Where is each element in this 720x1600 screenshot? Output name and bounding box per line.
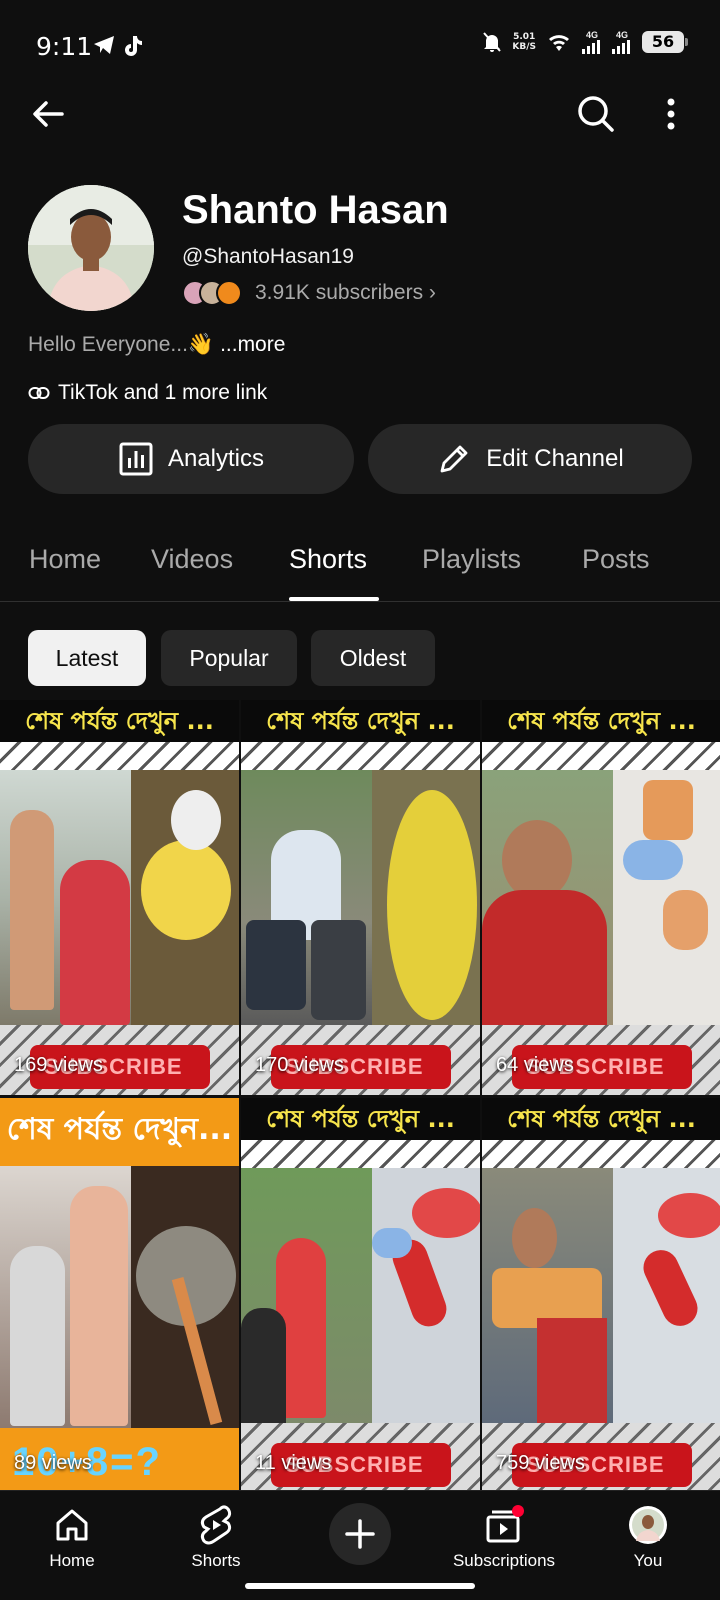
signal-bars-icon — [582, 40, 600, 54]
signal-bars-icon — [612, 40, 630, 54]
banner-text: শেষ পর্যন্ত দেখুন ... — [241, 700, 480, 742]
signal-2: 4G — [612, 30, 632, 54]
short-tile[interactable]: শেষ পর্যন্ত দেখুন ... SUBSCRIBE 759 view… — [482, 1098, 720, 1493]
battery-indicator: 56 — [642, 31, 688, 53]
tab-videos[interactable]: Videos — [151, 544, 233, 575]
status-right-icons: 5.01 KB/S 4G 4G 56 — [482, 30, 688, 54]
channel-links[interactable]: TikTok and 1 more link — [28, 381, 267, 405]
thumbnail-image — [241, 1168, 480, 1428]
pencil-icon — [440, 445, 468, 473]
short-tile[interactable]: শেষ পর্যন্ত দেখুন ... SUBSCRIBE 11 views — [241, 1098, 480, 1493]
mute-icon — [483, 32, 502, 52]
analytics-label: Analytics — [167, 445, 265, 472]
nav-home-label: Home — [49, 1551, 95, 1570]
tiktok-icon — [125, 36, 142, 56]
tile-banner: শেষ পর্যন্ত দেখুন ... — [241, 1098, 480, 1168]
active-tab-indicator — [289, 597, 379, 601]
banner-text: শেষ পর্যন্ত দেখুন ... — [0, 700, 239, 742]
thumbnail-image — [0, 1166, 239, 1428]
channel-avatar[interactable] — [28, 185, 154, 311]
home-indicator[interactable] — [245, 1583, 475, 1589]
banner-text: শেষ পর্যন্ত দেখুন ... — [482, 1098, 720, 1140]
view-count: 170 views — [255, 1054, 344, 1076]
nav-subscriptions-label: Subscriptions — [452, 1551, 556, 1570]
network-speed: 5.01 KB/S — [512, 32, 536, 52]
back-arrow-icon[interactable] — [28, 94, 68, 134]
nav-you[interactable]: You — [578, 1505, 718, 1571]
profile-avatar-icon — [629, 1506, 667, 1544]
search-icon[interactable] — [574, 92, 618, 136]
view-count: 64 views — [496, 1054, 574, 1076]
chip-popular[interactable]: Popular — [161, 630, 297, 686]
shorts-grid: শেষ পর্যন্ত দেখুন ... SUBSCRIBE 169 view… — [0, 700, 720, 1493]
description-text: Hello Everyone...👋 — [28, 333, 215, 356]
app-bar — [0, 88, 720, 142]
view-count: 89 views — [14, 1452, 92, 1474]
tab-playlists[interactable]: Playlists — [422, 544, 521, 575]
channel-description[interactable]: Hello Everyone...👋 ...more — [28, 333, 285, 357]
nav-shorts-label: Shorts — [191, 1551, 241, 1570]
subscriber-avatars — [182, 280, 242, 306]
tab-posts[interactable]: Posts — [582, 544, 650, 575]
status-time: 9:11 — [36, 32, 93, 61]
banner-text: শেষ পর্যন্ত দেখুন ... — [482, 700, 720, 742]
shorts-icon — [200, 1505, 232, 1545]
nav-subscriptions[interactable]: Subscriptions — [434, 1505, 574, 1571]
subscriber-avatar — [216, 280, 242, 306]
signal-1: 4G — [582, 30, 602, 54]
subscriptions-icon — [486, 1505, 524, 1543]
chip-latest[interactable]: Latest — [28, 630, 146, 686]
analytics-icon — [119, 442, 153, 476]
thumbnail-image — [0, 770, 239, 1025]
edit-channel-button[interactable]: Edit Channel — [368, 424, 692, 494]
short-tile[interactable]: শেষ পর্যন্ত দেখুন... 10+8=? 89 views — [0, 1098, 239, 1493]
channel-handle: @ShantoHasan19 — [182, 245, 354, 268]
subscribers-row[interactable]: 3.91K subscribers › — [182, 280, 436, 306]
avatar-image — [28, 185, 154, 311]
tile-banner: শেষ পর্যন্ত দেখুন ... — [0, 700, 239, 770]
view-count: 169 views — [14, 1054, 103, 1076]
short-tile[interactable]: শেষ পর্যন্ত দেখুন ... SUBSCRIBE 170 view… — [241, 700, 480, 1095]
edit-channel-label: Edit Channel — [486, 445, 624, 472]
channel-tabs: Home Videos Shorts Playlists Posts — [0, 540, 720, 602]
thumbnail-image — [482, 1168, 720, 1423]
short-tile[interactable]: শেষ পর্যন্ত দেখুন ... SUBSCRIBE 169 view… — [0, 700, 239, 1095]
create-button[interactable] — [329, 1503, 391, 1565]
tab-shorts[interactable]: Shorts — [289, 544, 367, 575]
links-text: TikTok and 1 more link — [58, 381, 268, 404]
home-icon — [56, 1509, 88, 1541]
thumbnail-image — [482, 770, 720, 1025]
plus-icon — [345, 1519, 375, 1549]
view-count: 759 views — [496, 1452, 585, 1474]
banner-text: শেষ পর্যন্ত দেখুন ... — [241, 1098, 480, 1140]
more-link[interactable]: ...more — [220, 333, 285, 356]
nav-home[interactable]: Home — [2, 1505, 142, 1571]
link-icon — [28, 387, 50, 399]
nav-you-label: You — [633, 1551, 663, 1570]
thumbnail-image — [241, 770, 480, 1025]
view-count: 11 views — [255, 1452, 332, 1474]
tab-home[interactable]: Home — [29, 544, 101, 575]
chip-oldest[interactable]: Oldest — [311, 630, 435, 686]
tile-banner: শেষ পর্যন্ত দেখুন ... — [241, 700, 480, 770]
nav-shorts[interactable]: Shorts — [146, 1505, 286, 1571]
wifi-icon — [549, 35, 569, 51]
status-bar: 9:11 5.01 KB/S 4G 4G 56 — [0, 0, 720, 90]
tile-banner: শেষ পর্যন্ত দেখুন ... — [482, 1098, 720, 1168]
telegram-icon — [94, 36, 114, 54]
status-left-icons — [92, 34, 144, 58]
tile-banner: শেষ পর্যন্ত দেখুন ... — [482, 700, 720, 770]
banner-text: শেষ পর্যন্ত দেখুন... — [0, 1098, 239, 1166]
short-tile[interactable]: শেষ পর্যন্ত দেখুন ... SUBSCRIBE 64 views — [482, 700, 720, 1095]
more-vert-icon[interactable] — [664, 94, 678, 134]
analytics-button[interactable]: Analytics — [28, 424, 354, 494]
subscriber-count: 3.91K subscribers › — [255, 281, 436, 304]
channel-name: Shanto Hasan — [182, 188, 449, 232]
